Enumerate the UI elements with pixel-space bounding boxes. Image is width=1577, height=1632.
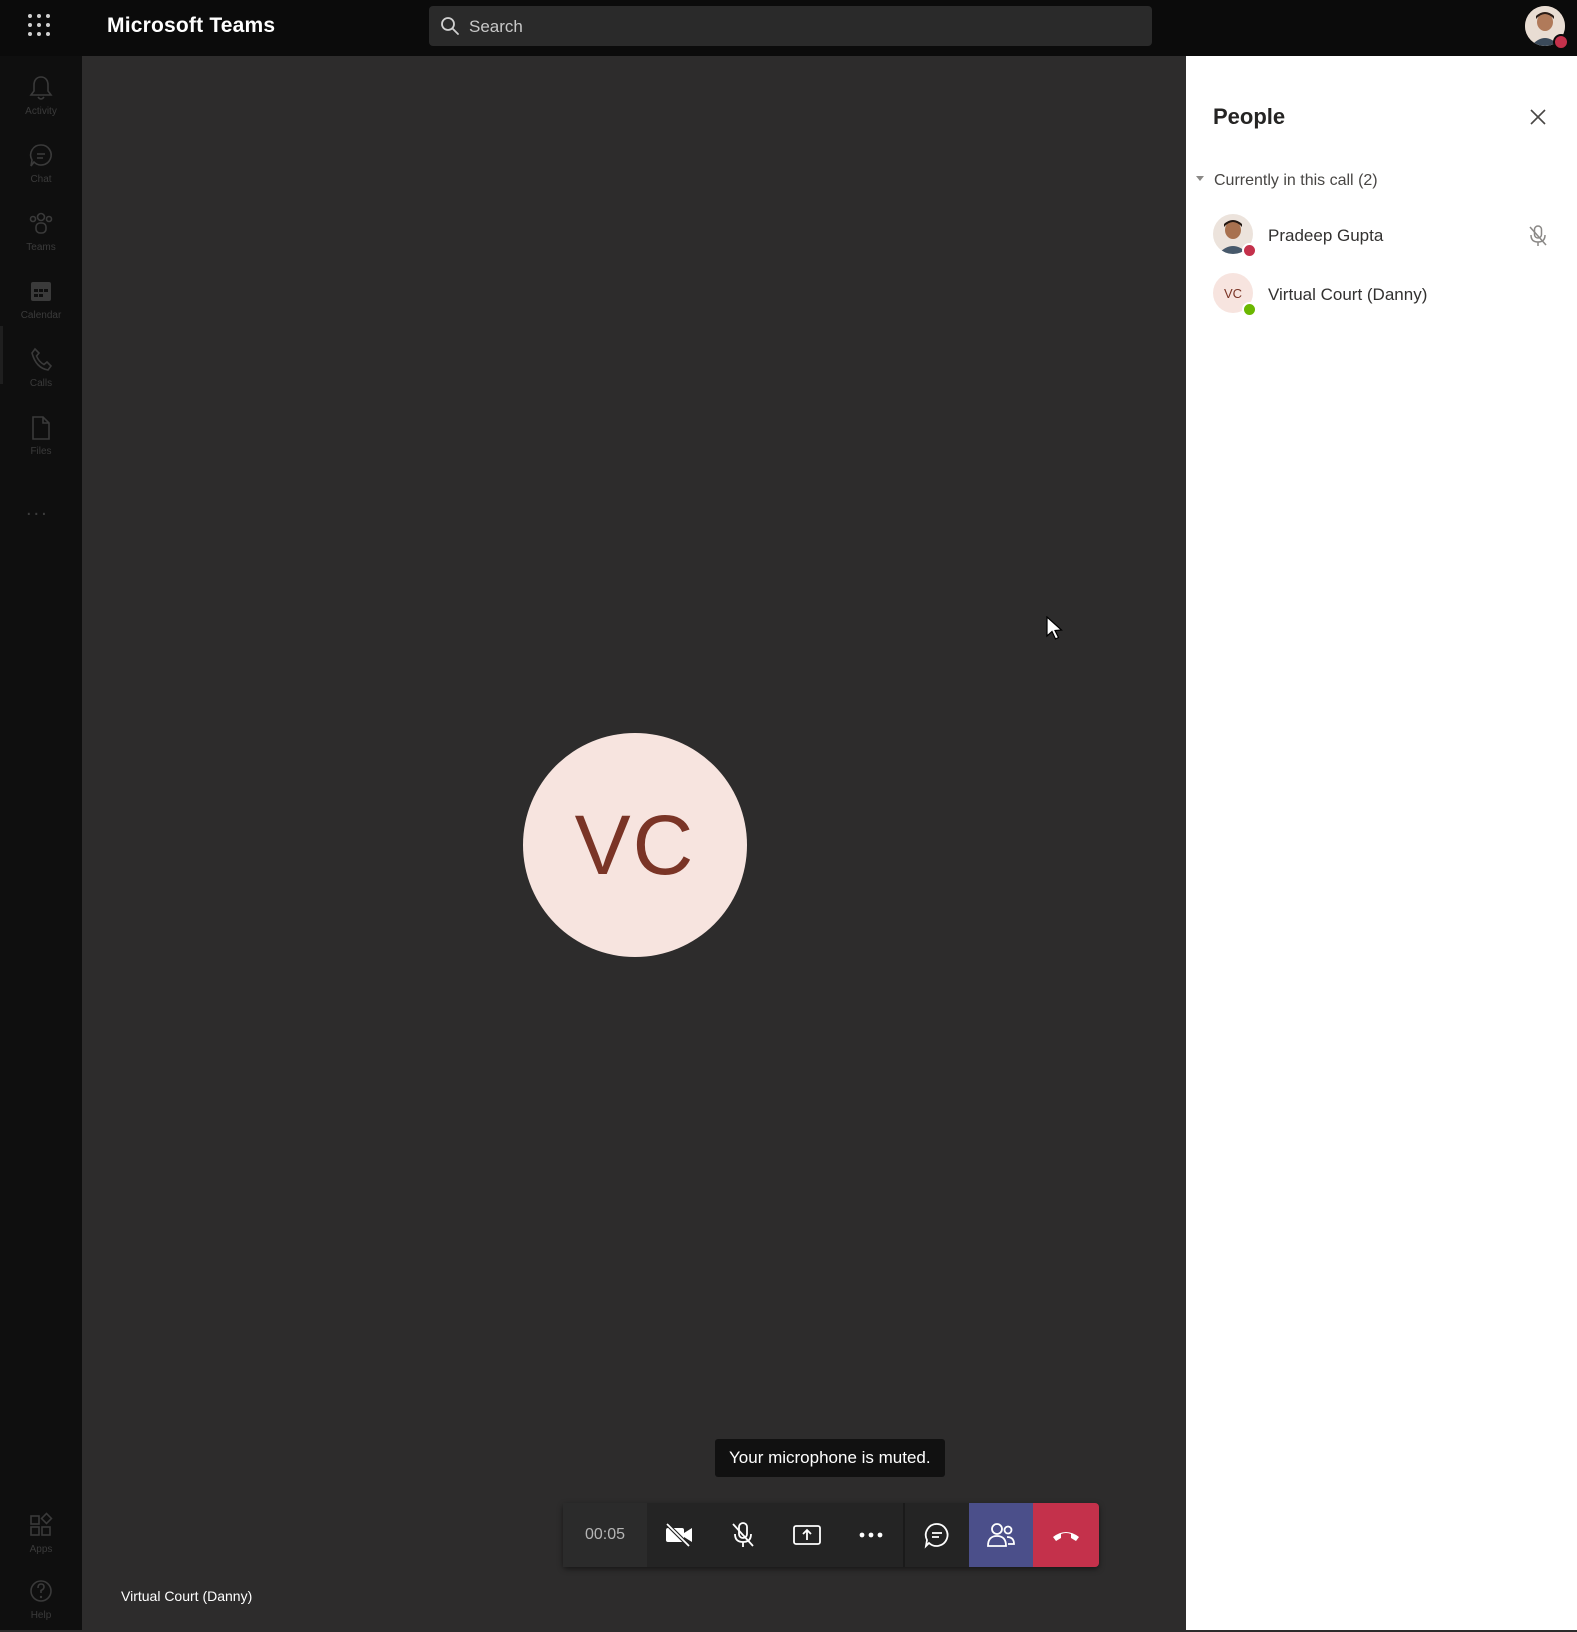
chevron-down-icon [1196, 176, 1204, 182]
camera-toggle-button[interactable] [647, 1503, 711, 1567]
participant-row[interactable]: Pradeep Gupta [1213, 214, 1553, 258]
section-currently-in-call[interactable]: Currently in this call (2) [1196, 172, 1378, 190]
participant-name: Virtual Court (Danny) [1268, 285, 1428, 304]
meeting-stage: VC Your microphone is muted. 00:05 Virtu… [82, 56, 1186, 1630]
rail-label: Chat [30, 174, 52, 185]
file-icon [32, 416, 50, 440]
panel-title: People [1213, 104, 1286, 129]
share-screen-button[interactable] [775, 1503, 839, 1567]
app-bar: Activity Chat Teams Calendar Calls Files… [0, 56, 82, 1630]
rail-item-activity[interactable]: Activity [0, 68, 82, 128]
rail-label: Help [30, 1610, 52, 1621]
show-chat-button[interactable] [905, 1503, 969, 1567]
rail-item-apps[interactable]: Apps [0, 1506, 82, 1566]
hang-up-button[interactable] [1033, 1503, 1099, 1567]
rail-label: Activity [25, 106, 57, 117]
more-apps-icon[interactable]: ... [26, 498, 49, 521]
section-label: Currently in this call [1214, 172, 1354, 189]
rail-item-calls[interactable]: Calls [0, 340, 82, 400]
participant-row[interactable]: VC Virtual Court (Danny) [1213, 273, 1553, 317]
call-timer: 00:05 [563, 1503, 647, 1567]
participant-avatar: VC [523, 733, 747, 957]
share-screen-icon [793, 1525, 821, 1545]
participant-name: Pradeep Gupta [1268, 226, 1384, 245]
mic-toggle-button[interactable] [711, 1503, 775, 1567]
rail-label: Teams [26, 242, 56, 253]
presence-available-icon [1242, 302, 1257, 317]
help-icon [30, 1580, 52, 1602]
participant-count: (2) [1358, 172, 1378, 189]
more-icon [859, 1532, 883, 1538]
hang-up-icon [1053, 1532, 1079, 1541]
rail-label: Apps [29, 1544, 53, 1555]
show-participants-button[interactable] [969, 1503, 1033, 1567]
mic-muted-toast: Your microphone is muted. [715, 1439, 945, 1477]
phone-icon [31, 347, 53, 371]
search-input[interactable] [467, 12, 1131, 42]
apps-icon [30, 1512, 53, 1536]
mouse-cursor-icon [1046, 616, 1063, 640]
rail-item-chat[interactable]: Chat [0, 136, 82, 196]
rail-label: Calendar [20, 310, 62, 321]
call-controls: 00:05 [563, 1503, 1099, 1567]
search-box[interactable] [429, 6, 1152, 46]
chat-icon [29, 144, 52, 167]
people-panel: People Currently in this call (2) Pradee… [1186, 56, 1577, 1630]
app-launcher-icon[interactable] [26, 12, 52, 38]
teams-icon [29, 212, 53, 234]
participant-name-label: Virtual Court (Danny) [121, 1588, 253, 1604]
presence-busy-icon [1242, 243, 1257, 258]
rail-label: Calls [29, 378, 53, 389]
presence-busy-icon [1553, 34, 1569, 50]
people-icon [987, 1523, 1015, 1547]
calendar-icon [31, 282, 51, 301]
search-icon [441, 17, 459, 35]
app-title: Microsoft Teams [107, 14, 276, 37]
rail-item-help[interactable]: Help [0, 1572, 82, 1632]
more-actions-button[interactable] [839, 1503, 903, 1567]
rail-item-files[interactable]: Files [0, 408, 82, 468]
title-bar: Microsoft Teams [0, 0, 1577, 56]
mic-off-icon [1529, 225, 1547, 246]
rail-item-teams[interactable]: Teams [0, 204, 82, 264]
close-icon[interactable] [1527, 106, 1549, 128]
bell-icon [29, 76, 53, 100]
chat-icon [924, 1523, 949, 1549]
camera-off-icon [665, 1523, 692, 1547]
mic-off-icon [732, 1522, 754, 1547]
rail-item-calendar[interactable]: Calendar [0, 272, 82, 332]
rail-label: Files [30, 446, 52, 457]
